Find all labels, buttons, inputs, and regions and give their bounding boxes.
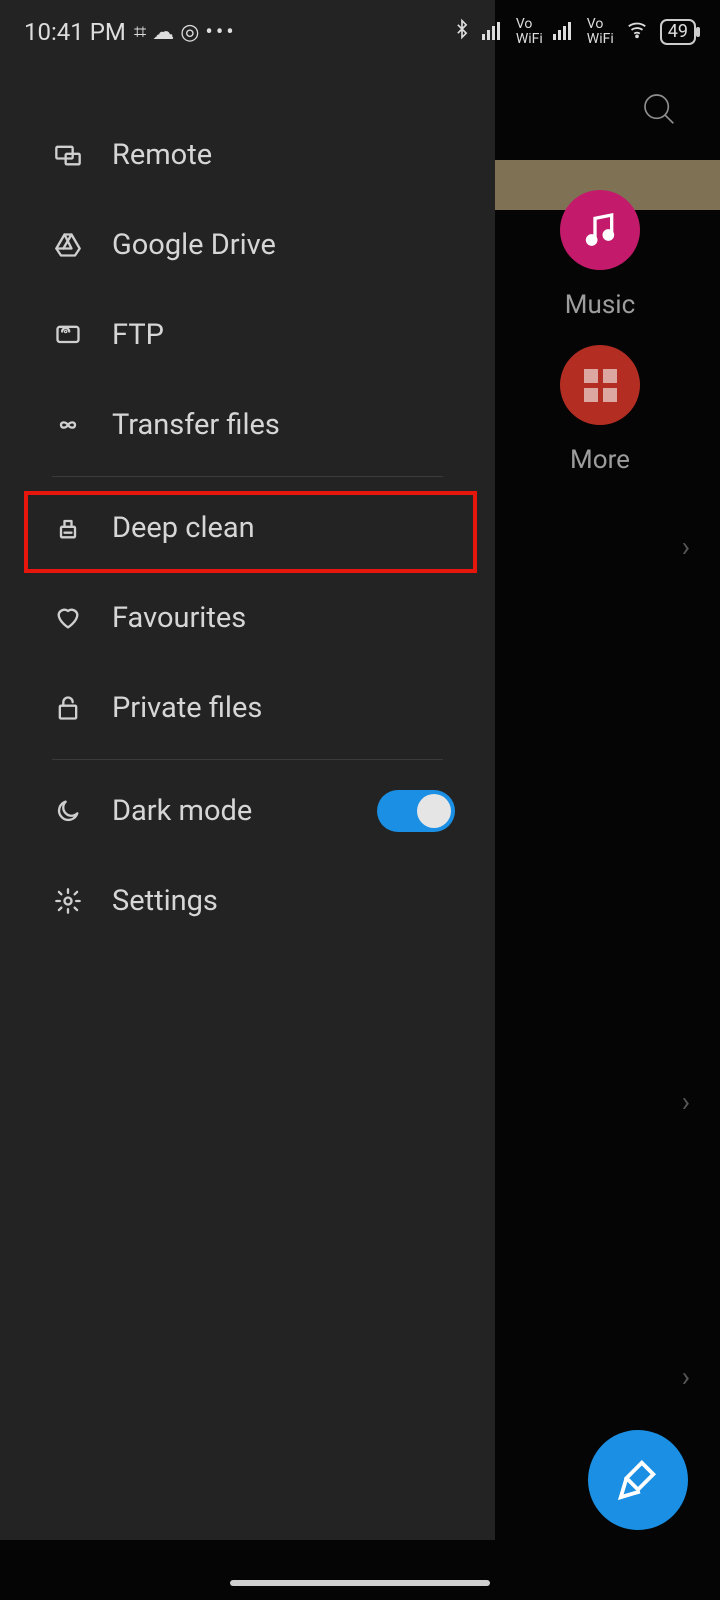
lock-icon bbox=[52, 692, 84, 724]
bluetooth-icon bbox=[452, 16, 472, 48]
drawer-item-private[interactable]: Private files bbox=[0, 663, 495, 753]
more-icon bbox=[560, 345, 640, 425]
drawer-item-ftp[interactable]: FTP bbox=[0, 290, 495, 380]
drawer-item-label: Google Drive bbox=[112, 228, 276, 262]
drawer-item-label: Settings bbox=[112, 884, 218, 918]
dark-mode-toggle[interactable] bbox=[377, 790, 455, 832]
instagram-icon: ◎ bbox=[180, 20, 199, 45]
nav-drawer: Remote Google Drive FTP Transfer files D… bbox=[0, 0, 495, 1540]
signal-icon bbox=[482, 18, 506, 46]
more-notifications-icon: ••• bbox=[205, 20, 236, 45]
divider bbox=[52, 476, 443, 477]
drawer-item-label: FTP bbox=[112, 318, 164, 352]
vowifi-indicator: VoWiFi bbox=[516, 17, 543, 46]
infinity-icon bbox=[52, 409, 84, 441]
cloud-icon: ☁ bbox=[152, 20, 174, 45]
signal-icon bbox=[553, 18, 577, 46]
vowifi-indicator: VoWiFi bbox=[587, 17, 614, 46]
wifi-icon bbox=[624, 18, 650, 46]
category-tile-music[interactable]: Music bbox=[520, 190, 680, 320]
category-tile-more[interactable]: More bbox=[520, 345, 680, 475]
drawer-item-label: Dark mode bbox=[112, 794, 252, 828]
slack-icon: ⌗ bbox=[134, 20, 146, 45]
drawer-item-label: Private files bbox=[112, 691, 262, 725]
heart-icon bbox=[52, 602, 84, 634]
ftp-icon bbox=[52, 319, 84, 351]
drawer-item-label: Deep clean bbox=[112, 511, 255, 545]
drawer-item-transfer[interactable]: Transfer files bbox=[0, 380, 495, 470]
moon-icon bbox=[52, 795, 84, 827]
chevron-right-icon[interactable]: › bbox=[682, 1085, 690, 1118]
search-button[interactable] bbox=[640, 90, 680, 134]
drawer-item-favourites[interactable]: Favourites bbox=[0, 573, 495, 663]
divider bbox=[52, 759, 443, 760]
chevron-right-icon[interactable]: › bbox=[682, 530, 690, 563]
drawer-item-label: Transfer files bbox=[112, 408, 280, 442]
gdrive-icon bbox=[52, 229, 84, 261]
drawer-item-dark-mode[interactable]: Dark mode bbox=[0, 766, 495, 856]
drawer-item-remote[interactable]: Remote bbox=[0, 110, 495, 200]
chevron-right-icon[interactable]: › bbox=[682, 1360, 690, 1393]
tile-label: More bbox=[520, 445, 680, 475]
tile-label: Music bbox=[520, 290, 680, 320]
clean-fab[interactable] bbox=[588, 1430, 688, 1530]
battery-indicator: 49 bbox=[660, 19, 696, 45]
gesture-bar bbox=[230, 1580, 490, 1586]
drawer-item-deep-clean[interactable]: Deep clean bbox=[0, 483, 495, 573]
drawer-item-settings[interactable]: Settings bbox=[0, 856, 495, 946]
drawer-item-label: Remote bbox=[112, 138, 212, 172]
drawer-item-google-drive[interactable]: Google Drive bbox=[0, 200, 495, 290]
broom-icon bbox=[52, 512, 84, 544]
drawer-item-label: Favourites bbox=[112, 601, 246, 635]
music-icon bbox=[560, 190, 640, 270]
remote-icon bbox=[52, 139, 84, 171]
gear-icon bbox=[52, 885, 84, 917]
status-bar: 10:41 PM ⌗ ☁ ◎ ••• VoWiFi VoWiFi 49 bbox=[0, 0, 720, 64]
status-time: 10:41 PM bbox=[24, 18, 126, 46]
